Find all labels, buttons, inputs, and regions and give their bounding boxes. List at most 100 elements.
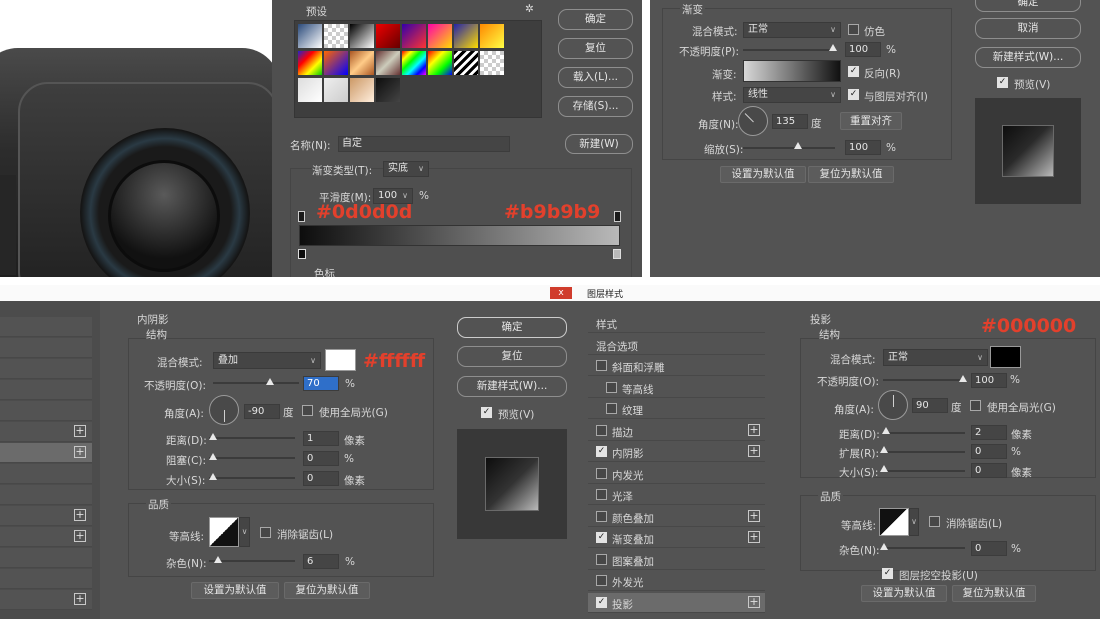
list-item[interactable] <box>0 548 92 568</box>
sidebar-item-checkbox[interactable] <box>596 489 607 500</box>
sidebar-item[interactable]: 样式 <box>588 313 765 333</box>
is-angle-dial[interactable] <box>209 395 239 425</box>
is-reset-default-button[interactable]: 复位为默认值 <box>284 582 370 599</box>
is-choke-slider[interactable] <box>209 457 295 459</box>
list-item[interactable] <box>0 317 92 337</box>
add-icon[interactable]: + <box>748 595 760 608</box>
gradient-new-button[interactable]: 新建(W) <box>565 134 633 154</box>
is-noise-thumb[interactable] <box>214 556 222 563</box>
ds-opacity-slider[interactable] <box>883 379 965 381</box>
go-angle-dial[interactable] <box>738 106 768 136</box>
ds-size-input[interactable]: 0 <box>971 463 1007 478</box>
sidebar-item-checkbox[interactable]: ✓ <box>596 446 607 457</box>
ds-reset-default-button[interactable]: 复位为默认值 <box>952 585 1036 602</box>
list-item[interactable]: + <box>0 506 92 526</box>
go-opacity-input[interactable]: 100 <box>845 42 881 57</box>
preset-swatch[interactable] <box>298 51 322 75</box>
opacity-stop-left[interactable] <box>298 211 305 222</box>
ds-spread-input[interactable]: 0 <box>971 444 1007 459</box>
gradient-reset-button[interactable]: 复位 <box>558 38 633 59</box>
sidebar-item[interactable]: ✓ 内阴影 + <box>588 442 765 462</box>
is-global-light-checkbox[interactable] <box>302 405 313 416</box>
sidebar-item-checkbox[interactable] <box>596 575 607 586</box>
sidebar-item[interactable]: 颜色叠加 + <box>588 506 765 527</box>
is-opacity-thumb[interactable] <box>266 378 274 385</box>
ds-size-slider[interactable] <box>883 470 965 472</box>
is-angle-input[interactable]: -90 <box>244 404 280 419</box>
go-style-select[interactable]: 线性 <box>743 87 841 103</box>
add-icon[interactable]: + <box>74 509 86 521</box>
sidebar-item-checkbox[interactable] <box>596 553 607 565</box>
is-opacity-slider[interactable] <box>213 382 299 384</box>
preset-swatch[interactable] <box>454 51 478 75</box>
go-angle-input[interactable]: 135 <box>772 114 808 129</box>
sidebar-item-checkbox[interactable] <box>596 424 607 436</box>
list-item[interactable] <box>0 359 92 379</box>
is-distance-thumb[interactable] <box>209 433 217 440</box>
preset-swatch[interactable] <box>376 78 400 102</box>
go-cancel-button[interactable]: 取消 <box>975 18 1081 39</box>
sidebar-item[interactable]: 描边 + <box>588 420 765 441</box>
is-size-input[interactable]: 0 <box>303 471 339 486</box>
preset-swatch[interactable] <box>376 24 400 48</box>
go-preview-checkbox[interactable]: ✓ <box>997 77 1008 88</box>
sidebar-item-checkbox[interactable] <box>596 467 607 479</box>
is-contour-picker[interactable] <box>209 517 239 547</box>
go-ok-button[interactable]: 确定 <box>975 0 1081 12</box>
list-item[interactable] <box>0 464 92 484</box>
is-anti-alias-checkbox[interactable] <box>260 527 271 538</box>
is-distance-slider[interactable] <box>209 437 295 439</box>
is-choke-thumb[interactable] <box>209 453 217 460</box>
ds-opacity-thumb[interactable] <box>959 375 967 382</box>
gradient-ok-button[interactable]: 确定 <box>558 9 633 30</box>
preset-swatch[interactable] <box>480 51 504 75</box>
ds-make-default-button[interactable]: 设置为默认值 <box>861 585 947 602</box>
list-item[interactable]: + <box>0 590 92 610</box>
list-item[interactable] <box>0 401 92 421</box>
go-opacity-thumb[interactable] <box>829 44 837 51</box>
preset-swatch[interactable] <box>402 24 426 48</box>
preset-swatch[interactable] <box>428 51 452 75</box>
sidebar-item-checkbox[interactable] <box>596 510 607 522</box>
is-size-slider[interactable] <box>209 477 295 479</box>
sidebar-item-checkbox[interactable] <box>606 381 617 393</box>
add-icon[interactable]: + <box>748 531 760 543</box>
ds-angle-input[interactable]: 90 <box>912 398 948 413</box>
ds-distance-thumb[interactable] <box>882 427 890 434</box>
preset-swatch[interactable] <box>350 51 374 75</box>
sidebar-item-checkbox[interactable]: ✓ <box>596 596 607 608</box>
is-distance-input[interactable]: 1 <box>303 431 339 446</box>
sidebar-item[interactable]: ✓ 渐变叠加 + <box>588 528 765 548</box>
is-close-icon[interactable]: x <box>550 287 572 299</box>
add-icon[interactable]: + <box>748 445 760 457</box>
ds-contour-picker[interactable] <box>879 508 909 536</box>
opacity-stop-right[interactable] <box>614 211 621 222</box>
preset-swatch[interactable] <box>402 51 426 75</box>
color-stop-left[interactable] <box>298 249 306 259</box>
sidebar-item[interactable]: 外发光 <box>588 571 765 591</box>
go-scale-slider[interactable] <box>743 147 835 149</box>
go-align-checkbox[interactable]: ✓ <box>848 89 859 100</box>
ds-distance-slider[interactable] <box>883 432 965 434</box>
preset-swatch[interactable] <box>298 24 322 48</box>
is-opacity-input[interactable]: 70 <box>303 376 339 391</box>
sidebar-item-checkbox[interactable] <box>606 403 617 414</box>
gradient-name-input[interactable]: 自定 <box>338 136 510 152</box>
preset-swatch[interactable] <box>350 78 374 102</box>
color-stop-right[interactable] <box>613 249 621 259</box>
is-size-thumb[interactable] <box>209 473 217 480</box>
ds-distance-input[interactable]: 2 <box>971 425 1007 440</box>
preset-swatch[interactable] <box>324 24 348 48</box>
sidebar-item[interactable]: 光泽 <box>588 485 765 505</box>
go-opacity-slider[interactable] <box>743 49 835 51</box>
is-reset-button[interactable]: 复位 <box>457 346 567 367</box>
is-blend-mode-select[interactable]: 叠加 <box>213 352 321 369</box>
ds-noise-thumb[interactable] <box>880 543 888 550</box>
go-new-style-button[interactable]: 新建样式(W)... <box>975 47 1081 68</box>
preset-swatch[interactable] <box>350 24 374 48</box>
is-color-swatch[interactable] <box>325 349 356 371</box>
is-contour-chevron-down-icon[interactable]: ∨ <box>239 517 250 547</box>
ds-noise-input[interactable]: 0 <box>971 541 1007 556</box>
add-icon[interactable]: + <box>748 509 760 522</box>
sidebar-item[interactable]: 混合选项 <box>588 334 765 355</box>
